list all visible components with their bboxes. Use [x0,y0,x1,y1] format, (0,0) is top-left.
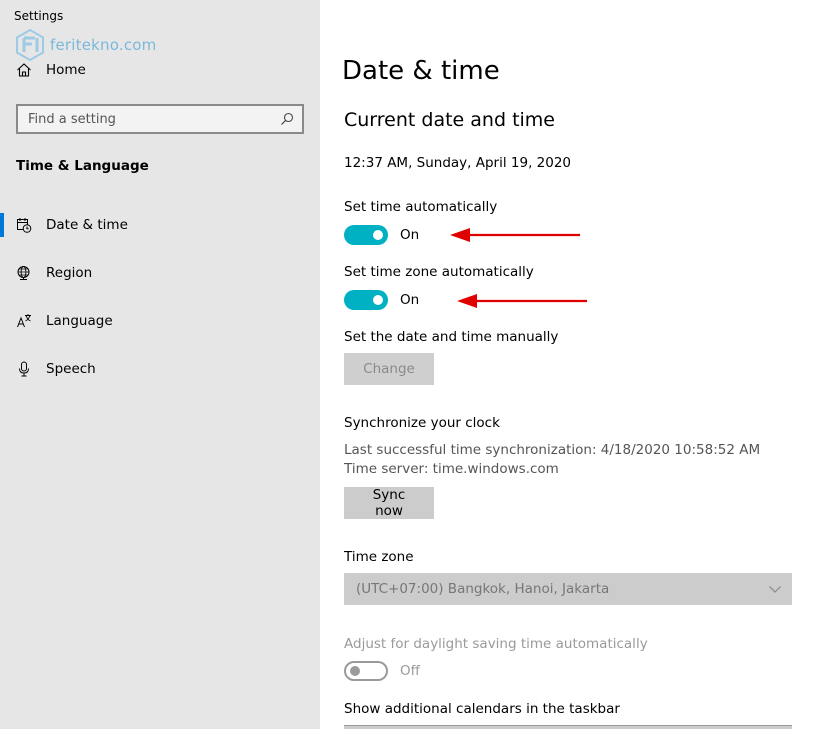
time-zone-label: Time zone [344,549,414,565]
language-icon [16,313,32,329]
sidebar-item-label: Speech [46,361,96,377]
sidebar-home[interactable]: Home [16,62,86,78]
globe-icon [16,265,32,281]
sidebar-nav: Date & time Region Language Speech [0,201,320,393]
sidebar-item-region[interactable]: Region [0,249,320,297]
watermark: feritekno.com [16,29,156,61]
dst-label: Adjust for daylight saving time automati… [344,636,648,652]
toggle-knob [373,230,383,240]
time-zone-select[interactable]: (UTC+07:00) Bangkok, Hanoi, Jakarta [344,573,792,605]
window-title: Settings [14,9,64,23]
main-content: Date & time Current date and time 12:37 … [342,0,814,729]
set-timezone-auto-state: On [400,292,420,308]
dst-row: Off [344,661,420,681]
toggle-knob [350,666,360,676]
set-time-auto-row: On [344,225,419,245]
sidebar-item-label: Language [46,313,113,329]
set-timezone-auto-toggle[interactable] [344,290,388,310]
section-heading: Time & Language [16,158,149,174]
current-datetime: 12:37 AM, Sunday, April 19, 2020 [344,155,572,171]
section-subtitle: Current date and time [344,109,555,131]
additional-calendars-label: Show additional calendars in the taskbar [344,701,620,717]
watermark-logo-icon [16,29,44,61]
set-time-auto-label: Set time automatically [344,199,498,215]
dst-state: Off [400,663,420,679]
page-title: Date & time [342,56,500,86]
sync-clock-label: Synchronize your clock [344,415,500,431]
sidebar-item-language[interactable]: Language [0,297,320,345]
toggle-knob [373,295,383,305]
time-zone-value: (UTC+07:00) Bangkok, Hanoi, Jakarta [356,581,610,597]
search-input[interactable] [28,111,280,127]
annotation-arrow-icon [450,228,580,242]
set-time-auto-state: On [400,227,420,243]
clock-calendar-icon [16,217,32,233]
sidebar-item-label: Region [46,265,93,281]
additional-calendars-select[interactable] [344,725,792,729]
set-time-auto-toggle[interactable] [344,225,388,245]
sidebar: Settings feritekno.com Home Time & Langu… [0,0,320,729]
dst-toggle[interactable] [344,661,388,681]
last-sync-info: Last successful time synchronization: 4/… [344,442,761,458]
sidebar-item-speech[interactable]: Speech [0,345,320,393]
annotation-arrow-icon [457,294,587,308]
watermark-text: feritekno.com [50,36,157,54]
microphone-icon [16,361,32,377]
search-box[interactable] [16,104,304,134]
sidebar-home-label: Home [46,62,86,78]
set-timezone-auto-label: Set time zone automatically [344,264,534,280]
time-server-info: Time server: time.windows.com [344,461,559,477]
manual-datetime-label: Set the date and time manually [344,329,559,345]
sidebar-item-label: Date & time [46,217,128,233]
search-icon[interactable] [280,112,294,126]
sync-now-button[interactable]: Sync now [344,487,434,519]
set-timezone-auto-row: On [344,290,419,310]
change-button[interactable]: Change [344,353,434,385]
sidebar-item-date-time[interactable]: Date & time [0,201,320,249]
home-icon [16,62,32,78]
chevron-down-icon [768,582,782,596]
